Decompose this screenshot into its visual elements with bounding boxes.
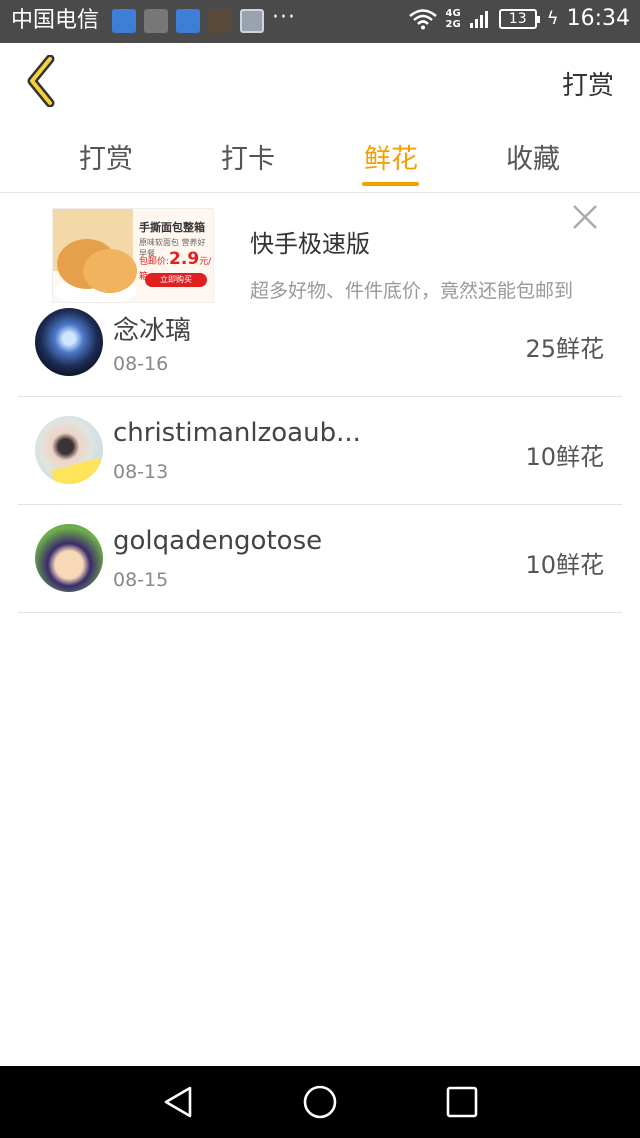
photo-notification-icon xyxy=(208,9,232,33)
reward-action-button[interactable]: 打赏 xyxy=(562,65,614,102)
flower-count: 10鲜花 xyxy=(525,551,604,579)
circle-home-icon xyxy=(303,1085,337,1119)
bread-image xyxy=(83,249,137,293)
ad-buy-label: 立即购买 xyxy=(145,273,207,287)
flower-count: 25鲜花 xyxy=(525,335,604,363)
nav-back-button[interactable] xyxy=(160,1084,196,1120)
back-button[interactable] xyxy=(22,54,66,108)
gift-date: 08-13 xyxy=(113,461,169,483)
active-tab-indicator xyxy=(362,182,419,186)
wifi-icon xyxy=(408,8,437,29)
ad-product-name: 手撕面包整箱 xyxy=(139,221,205,234)
health-app-icon xyxy=(112,9,136,33)
chevron-left-icon xyxy=(27,54,55,108)
close-icon xyxy=(573,205,597,229)
notification-icons xyxy=(112,9,264,33)
gallery-icon xyxy=(240,9,264,33)
clock: 16:34 xyxy=(566,6,630,31)
nav-recent-button[interactable] xyxy=(444,1084,480,1120)
list-item[interactable]: golqadengotose 08-15 10鲜花 xyxy=(18,505,622,613)
ad-title: 快手极速版 xyxy=(250,230,370,258)
signal-icon xyxy=(469,10,488,28)
status-right: 4G 2G 13 ϟ 16:34 xyxy=(408,6,630,31)
user-name: golqadengotose xyxy=(113,526,323,556)
list-item[interactable]: christimanlzoaub... 08-13 10鲜花 xyxy=(18,397,622,505)
tab-checkin[interactable]: 打卡 xyxy=(188,137,308,176)
gift-date: 08-16 xyxy=(113,353,169,375)
avatar[interactable] xyxy=(35,524,103,592)
tab-reward[interactable]: 打赏 xyxy=(46,137,166,176)
charging-icon: ϟ xyxy=(546,8,559,29)
status-bar: 中国电信 ··· 4G 2G 13 ϟ 16:34 xyxy=(0,0,640,43)
battery-icon: 13 xyxy=(498,8,540,29)
square-recent-icon xyxy=(446,1086,478,1118)
user-name: christimanlzoaub... xyxy=(113,418,361,448)
tab-flowers[interactable]: 鲜花 xyxy=(331,137,451,176)
tab-bar: 打赏 打卡 鲜花 收藏 xyxy=(0,121,640,193)
avatar[interactable] xyxy=(35,416,103,484)
header: 打赏 xyxy=(0,43,640,121)
flower-count: 10鲜花 xyxy=(525,443,604,471)
user-name: 念冰璃 xyxy=(113,316,192,346)
tab-favorites[interactable]: 收藏 xyxy=(473,137,593,176)
photo-notification-icon xyxy=(144,9,168,33)
system-nav-bar xyxy=(0,1066,640,1138)
nav-home-button[interactable] xyxy=(302,1084,338,1120)
carrier-name: 中国电信 xyxy=(11,8,100,33)
network-type: 4G 2G xyxy=(445,7,461,30)
triangle-back-icon xyxy=(164,1086,192,1118)
avatar[interactable] xyxy=(35,308,103,376)
gift-date: 08-15 xyxy=(113,569,169,591)
list-item[interactable]: 念冰璃 08-16 25鲜花 xyxy=(18,289,622,397)
more-notifications-icon: ··· xyxy=(272,5,296,30)
news-app-icon xyxy=(176,9,200,33)
ad-close-button[interactable] xyxy=(570,202,600,232)
ad-banner[interactable]: 手撕面包整箱 原味软面包 营养好早餐 包邮价:2.9元/箱 立即购买 快手极速版… xyxy=(0,194,640,304)
